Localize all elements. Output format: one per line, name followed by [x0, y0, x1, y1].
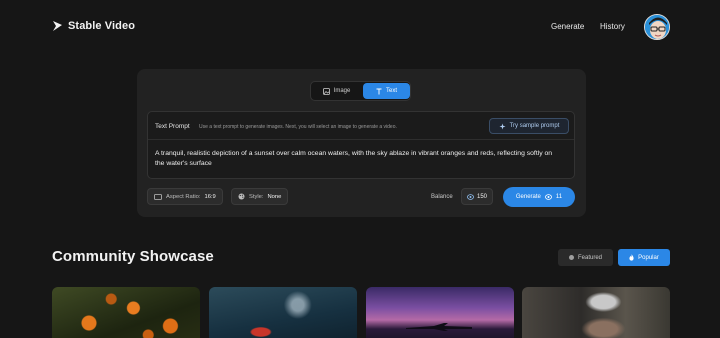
user-avatar[interactable]	[644, 14, 670, 40]
prompt-label: Text Prompt	[155, 123, 190, 130]
prompt-textarea[interactable]: A tranquil, realistic depiction of a sun…	[155, 149, 555, 169]
try-sample-prompt-button[interactable]: Try sample prompt	[489, 118, 569, 134]
aspect-ratio-select[interactable]: Aspect Ratio: 16:9	[147, 188, 223, 205]
balance-label: Balance	[431, 194, 453, 200]
airplane-silhouette	[406, 323, 472, 331]
aspect-ratio-icon	[154, 193, 162, 200]
palette-icon	[238, 193, 245, 200]
style-value: None	[267, 193, 282, 200]
logo-icon	[52, 20, 63, 32]
featured-dot-icon	[568, 255, 574, 260]
mode-image-label: Image	[333, 88, 351, 94]
sparkle-icon	[499, 123, 506, 130]
showcase-thumbnail[interactable]	[209, 287, 357, 338]
mode-image-tab[interactable]: Image	[313, 84, 360, 98]
style-select[interactable]: Style: None	[231, 188, 289, 205]
prompt-header: Text Prompt Use a text prompt to generat…	[148, 112, 574, 140]
coin-icon	[544, 194, 552, 200]
flame-icon	[629, 254, 634, 261]
nav-history-link[interactable]: History	[600, 22, 625, 31]
balance-value: 150	[476, 193, 487, 200]
top-header: Stable Video Generate History	[0, 0, 720, 54]
filter-featured-label: Featured	[577, 254, 602, 261]
showcase-thumbnail[interactable]	[52, 287, 200, 338]
mode-toggle: Image Text	[310, 81, 411, 101]
prompt-hint: Use a text prompt to generate images. Ne…	[199, 124, 397, 130]
showcase-title: Community Showcase	[52, 248, 214, 265]
filter-featured-button[interactable]: Featured	[558, 249, 613, 266]
app-name: Stable Video	[68, 20, 136, 32]
generate-button[interactable]: Generate 11	[503, 187, 575, 207]
prompt-card: Image Text Text Prompt Use a text prompt…	[137, 69, 586, 217]
aspect-ratio-label: Aspect Ratio:	[166, 193, 201, 200]
showcase-thumbnail[interactable]	[366, 287, 514, 338]
app-logo[interactable]: Stable Video	[52, 20, 135, 32]
generate-cost: 11	[555, 194, 563, 200]
filter-popular-label: Popular	[638, 254, 659, 261]
style-label: Style:	[249, 193, 264, 200]
showcase-thumbnail[interactable]	[522, 287, 670, 338]
text-icon	[376, 88, 382, 95]
mode-text-label: Text	[385, 88, 397, 94]
generate-label: Generate	[515, 194, 541, 200]
try-sample-prompt-label: Try sample prompt	[509, 123, 560, 129]
aspect-ratio-value: 16:9	[204, 193, 216, 200]
mode-text-tab[interactable]: Text	[363, 83, 410, 99]
balance-display: 150	[461, 188, 493, 205]
nav-generate-link[interactable]: Generate	[551, 22, 584, 31]
prompt-box: Text Prompt Use a text prompt to generat…	[147, 111, 575, 179]
coin-icon	[467, 193, 474, 200]
image-icon	[322, 87, 330, 95]
filter-popular-button[interactable]: Popular	[618, 249, 670, 266]
